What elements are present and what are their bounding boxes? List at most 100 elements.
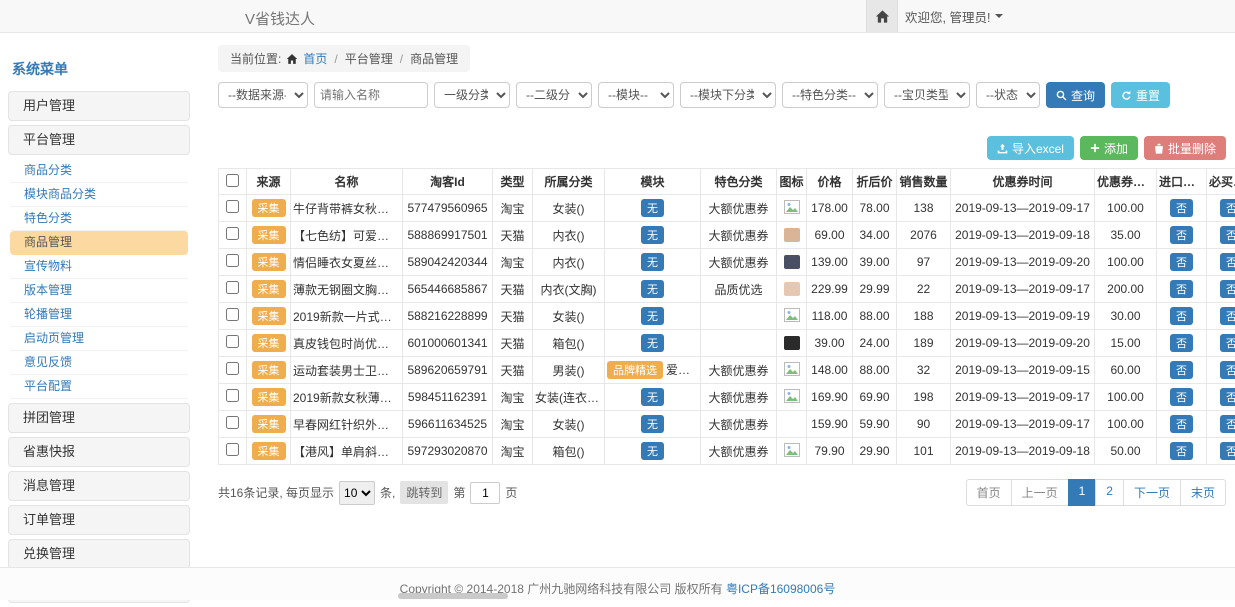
- table-header: 优惠券金额: [1095, 169, 1157, 195]
- import-select-badge[interactable]: 否: [1170, 442, 1193, 460]
- sidebar-group[interactable]: 消息管理: [8, 471, 190, 501]
- sidebar-item[interactable]: 模块商品分类: [10, 183, 188, 207]
- filter-select[interactable]: --数据来源--: [218, 82, 308, 108]
- must-buy-badge[interactable]: 否: [1220, 253, 1235, 271]
- sidebar-item[interactable]: 特色分类: [10, 207, 188, 231]
- sidebar-group[interactable]: 拼团管理: [8, 403, 190, 433]
- import-select-badge[interactable]: 否: [1170, 415, 1193, 433]
- discount-price-cell: 59.90: [853, 411, 897, 438]
- taoke-id: 588216228899: [403, 303, 493, 330]
- import-select-badge[interactable]: 否: [1170, 199, 1193, 217]
- must-buy-badge[interactable]: 否: [1220, 415, 1235, 433]
- pagination-button[interactable]: 2: [1095, 479, 1124, 506]
- plus-icon: [1090, 143, 1100, 153]
- sidebar-item[interactable]: 商品管理: [10, 231, 188, 255]
- filter-select[interactable]: --特色分类--: [782, 82, 878, 108]
- per-page-select[interactable]: 10: [339, 481, 375, 505]
- import-select-badge[interactable]: 否: [1170, 280, 1193, 298]
- module-badge: 无: [641, 388, 664, 406]
- price-cell: 169.90: [807, 384, 853, 411]
- filter-select[interactable]: --模块--: [598, 82, 674, 108]
- import-select-badge[interactable]: 否: [1170, 388, 1193, 406]
- import-select-badge-cell: 否: [1157, 222, 1207, 249]
- sidebar-group[interactable]: 订单管理: [8, 505, 190, 535]
- pagination-button[interactable]: 1: [1068, 479, 1097, 506]
- reset-button[interactable]: 重置: [1111, 82, 1170, 108]
- sidebar-item[interactable]: 平台配置: [10, 375, 188, 399]
- sidebar-item[interactable]: 意见反馈: [10, 351, 188, 375]
- category-cell: 内衣(): [533, 249, 605, 276]
- table-header: 名称: [291, 169, 403, 195]
- home-button[interactable]: [866, 0, 898, 32]
- pagination-button[interactable]: 上一页: [1011, 479, 1069, 506]
- must-buy-badge[interactable]: 否: [1220, 334, 1235, 352]
- pagination-button[interactable]: 末页: [1180, 479, 1226, 506]
- sidebar-item[interactable]: 宣传物料: [10, 255, 188, 279]
- import-select-badge[interactable]: 否: [1170, 361, 1193, 379]
- sidebar-item[interactable]: 版本管理: [10, 279, 188, 303]
- sales-count-cell: 32: [897, 357, 951, 384]
- category-cell: 男装(): [533, 357, 605, 384]
- table-header: 来源: [247, 169, 291, 195]
- feature-category-cell: 大额优惠券: [701, 249, 777, 276]
- price-cell: 39.00: [807, 330, 853, 357]
- filter-select[interactable]: --二级分类--: [516, 82, 592, 108]
- name-search-input[interactable]: [314, 82, 428, 108]
- sidebar-group[interactable]: 平台管理: [8, 125, 190, 155]
- filter-select[interactable]: --模块下分类--: [680, 82, 776, 108]
- filter-select[interactable]: 一级分类: [434, 82, 510, 108]
- select-all-checkbox[interactable]: [226, 174, 239, 187]
- sidebar-item[interactable]: 轮播管理: [10, 303, 188, 327]
- sidebar-item[interactable]: 商品分类: [10, 159, 188, 183]
- pagination-button[interactable]: 首页: [966, 479, 1012, 506]
- batch-delete-button[interactable]: 批量删除: [1144, 136, 1226, 160]
- row-checkbox[interactable]: [226, 362, 239, 375]
- sidebar-item[interactable]: 启动页管理: [10, 327, 188, 351]
- add-button[interactable]: 添加: [1080, 136, 1138, 160]
- must-buy-badge[interactable]: 否: [1220, 442, 1235, 460]
- must-buy-badge-cell: 否: [1207, 438, 1235, 465]
- row-checkbox[interactable]: [226, 227, 239, 240]
- filter-select[interactable]: --状态--: [976, 82, 1040, 108]
- filter-select[interactable]: --宝贝类型--: [884, 82, 970, 108]
- row-checkbox[interactable]: [226, 416, 239, 429]
- breadcrumb-home-link[interactable]: 首页: [303, 50, 327, 67]
- sidebar-group[interactable]: 用户管理: [8, 91, 190, 121]
- row-checkbox[interactable]: [226, 254, 239, 267]
- row-checkbox[interactable]: [226, 335, 239, 348]
- sidebar-group[interactable]: 兑换管理: [8, 539, 190, 569]
- must-buy-badge[interactable]: 否: [1220, 361, 1235, 379]
- row-checkbox[interactable]: [226, 389, 239, 402]
- pagination-button[interactable]: 下一页: [1123, 479, 1181, 506]
- product-image: [784, 311, 800, 325]
- must-buy-badge[interactable]: 否: [1220, 280, 1235, 298]
- source-cell: 采集: [247, 438, 291, 465]
- import-select-badge[interactable]: 否: [1170, 226, 1193, 244]
- search-icon: [1056, 90, 1067, 101]
- import-select-badge[interactable]: 否: [1170, 307, 1193, 325]
- import-excel-button[interactable]: 导入excel: [987, 136, 1074, 160]
- must-buy-badge[interactable]: 否: [1220, 226, 1235, 244]
- user-menu[interactable]: 欢迎您, 管理员!: [905, 0, 1003, 32]
- discount-price-cell: 88.00: [853, 357, 897, 384]
- row-checkbox[interactable]: [226, 281, 239, 294]
- must-buy-badge[interactable]: 否: [1220, 307, 1235, 325]
- module-badge: 无: [641, 415, 664, 433]
- icp-link[interactable]: 粤ICP备16098006号: [726, 582, 835, 596]
- upload-icon: [997, 143, 1008, 154]
- horizontal-scrollbar-thumb[interactable]: [398, 593, 508, 599]
- row-checkbox[interactable]: [226, 443, 239, 456]
- search-button[interactable]: 查询: [1046, 82, 1105, 108]
- must-buy-badge[interactable]: 否: [1220, 199, 1235, 217]
- row-checkbox[interactable]: [226, 308, 239, 321]
- must-buy-badge[interactable]: 否: [1220, 388, 1235, 406]
- product-type: 淘宝: [493, 411, 533, 438]
- row-checkbox[interactable]: [226, 200, 239, 213]
- sidebar-group[interactable]: 省惠快报: [8, 437, 190, 467]
- import-select-badge[interactable]: 否: [1170, 334, 1193, 352]
- module-cell: 无: [605, 276, 701, 303]
- source-cell: 采集: [247, 330, 291, 357]
- row-checkbox-cell: [219, 438, 247, 465]
- import-select-badge[interactable]: 否: [1170, 253, 1193, 271]
- page-number-input[interactable]: [470, 482, 500, 504]
